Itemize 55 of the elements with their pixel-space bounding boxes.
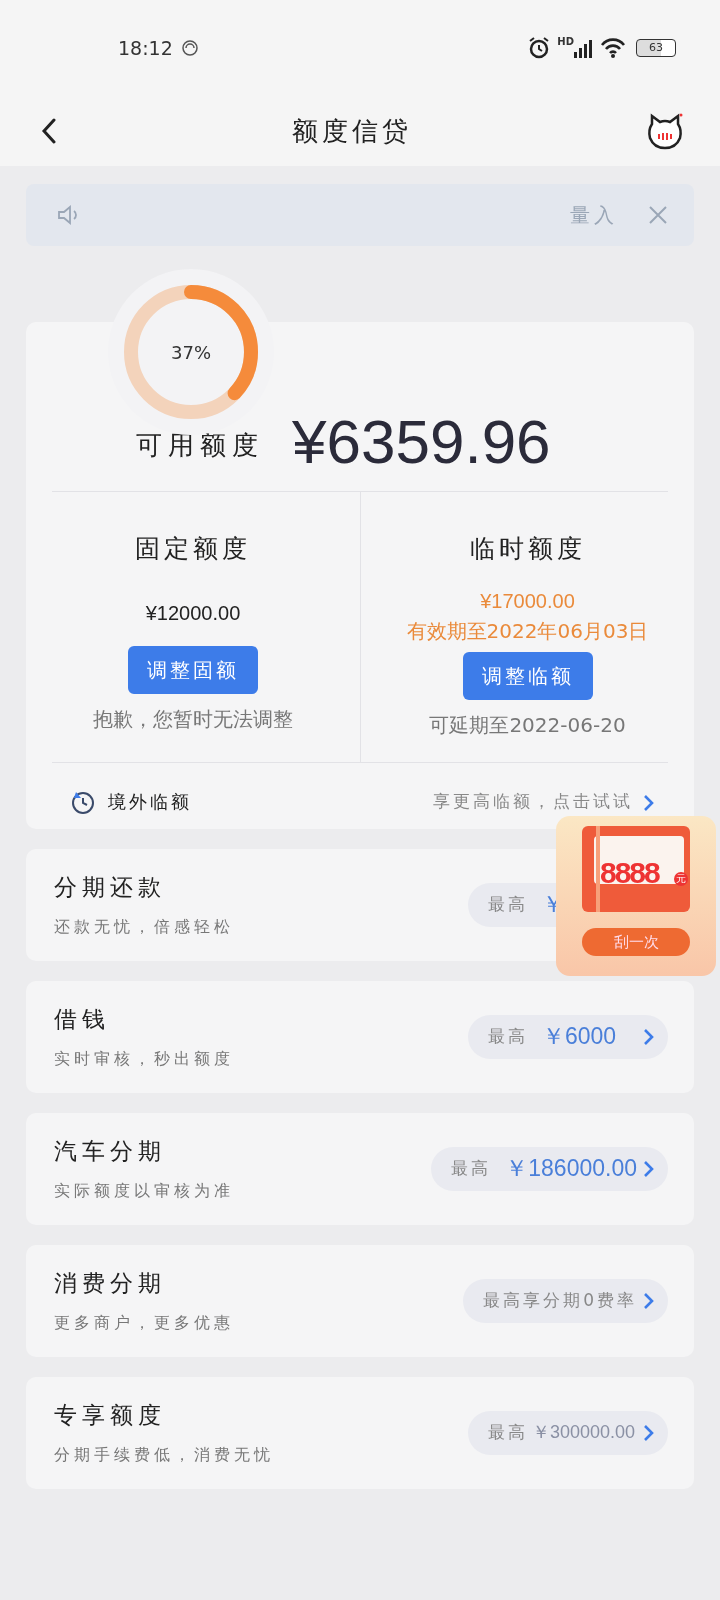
page-title: 额度信贷 [292, 114, 412, 148]
product-subtitle: 分期手续费低，消费无忧 [54, 1443, 275, 1466]
product-title: 专享额度 [54, 1401, 167, 1431]
pill-label: 最高享分期0费率 [483, 1288, 637, 1312]
product-card[interactable]: 专享额度 分期手续费低，消费无忧 最高 ￥300000.00 [26, 1376, 694, 1489]
pill-label: 最高 [451, 1156, 492, 1180]
product-subtitle: 实际额度以审核为准 [54, 1179, 235, 1202]
limit-pill[interactable]: 最高 ￥186000.00 [431, 1146, 668, 1191]
limit-pill[interactable]: 最高享分期0费率 [463, 1278, 668, 1323]
back-icon[interactable] [40, 118, 58, 144]
clock-time: 18:12 [118, 35, 173, 61]
pill-amount: ￥6000 [542, 1022, 617, 1052]
product-title: 借钱 [54, 1005, 111, 1035]
scratch-button[interactable]: 刮一次 [582, 928, 690, 956]
adjust-button[interactable]: 调整临额 [462, 651, 593, 700]
notice-text: 量入 [570, 202, 618, 229]
swirl-icon [180, 39, 199, 57]
limit-amount: ¥12000.00 [145, 600, 241, 626]
product-card[interactable]: 汽车分期 实际额度以审核为准 最高 ￥186000.00 [26, 1112, 694, 1225]
speaker-icon [56, 203, 80, 227]
available-label: 可用额度 [136, 429, 264, 462]
product-subtitle: 实时审核，秒出额度 [54, 1047, 235, 1070]
limit-note: 抱歉，您暂时无法调整 [93, 705, 293, 733]
chevron-icon [643, 793, 654, 812]
limit-pill[interactable]: 最高 ￥6000 [468, 1014, 668, 1059]
prize-amount: 8888 [600, 855, 659, 891]
product-title: 消费分期 [54, 1269, 167, 1299]
limit-title: 临时额度 [469, 533, 586, 565]
limit-amount: ¥17000.00 [480, 588, 575, 614]
expiry-date: 有效期至2022年06月03日 [406, 617, 649, 645]
limit-title: 固定额度 [135, 533, 251, 565]
network-label: HD [557, 35, 574, 49]
product-card[interactable]: 消费分期 更多商户，更多优惠 最高享分期0费率 [26, 1244, 694, 1357]
pill-label: 最高 [488, 1420, 528, 1444]
product-subtitle: 还款无忧，倍感轻松 [54, 915, 235, 938]
overseas-link[interactable]: 享更高临额，点击试试 [433, 788, 633, 815]
overseas-label: 境外临额 [108, 790, 192, 814]
signal-icon [574, 38, 592, 58]
product-title: 汽车分期 [54, 1137, 167, 1167]
limit-pill[interactable]: 最高 ￥300000.00 [468, 1410, 668, 1455]
limit-note: 可延期至2022-06-20 [429, 711, 626, 739]
product-title: 分期还款 [54, 873, 167, 903]
pill-label: 最高 [488, 892, 528, 916]
gauge-percent: 37% [171, 340, 211, 365]
available-amount: ¥6359.96 [292, 411, 551, 473]
pill-amount: ￥186000.00 [505, 1154, 637, 1184]
product-subtitle: 更多商户，更多优惠 [54, 1311, 235, 1334]
wifi-icon [600, 37, 626, 59]
battery-level: 63 [636, 39, 676, 57]
pill-label: 最高 [488, 1024, 528, 1048]
promo-popup[interactable]: 8888 元 刮一次 [556, 816, 716, 976]
product-card[interactable]: 借钱 实时审核，秒出额度 最高 ￥6000 [26, 980, 694, 1093]
adjust-button[interactable]: 调整固额 [128, 645, 258, 694]
cat-icon[interactable] [646, 112, 684, 150]
pill-amount: ￥300000.00 [532, 1421, 636, 1444]
